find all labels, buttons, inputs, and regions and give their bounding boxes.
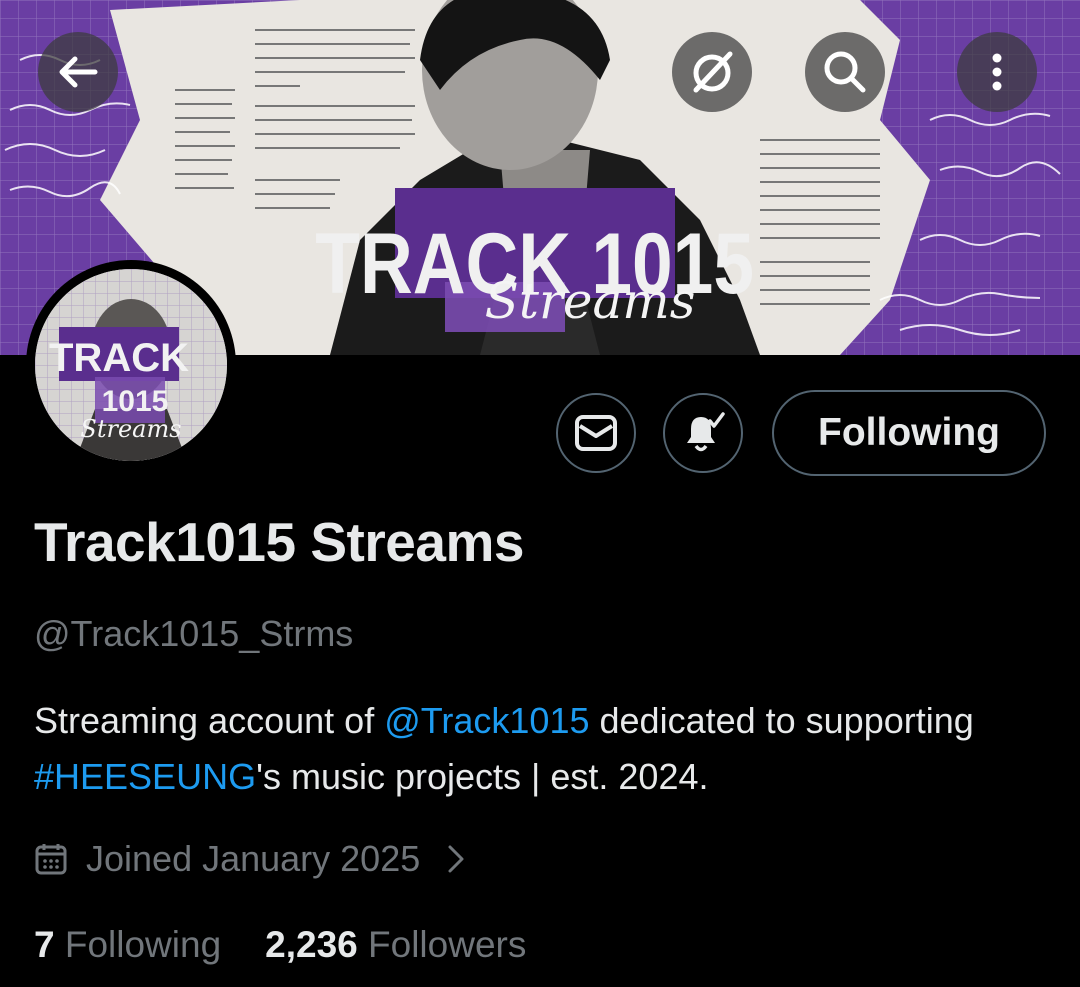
grok-icon — [693, 51, 733, 93]
bio-text: Streaming account of — [34, 700, 385, 741]
calendar-icon — [35, 844, 67, 875]
followers-stat[interactable]: 2,236 Followers — [265, 924, 526, 966]
user-handle: @Track1015_Strms — [34, 613, 354, 654]
bio-mention-link[interactable]: @Track1015 — [384, 700, 589, 741]
display-name: Track1015 Streams — [34, 511, 524, 573]
more-vertical-icon — [992, 53, 1002, 91]
joined-date: Joined January 2025 — [86, 838, 421, 879]
back-button[interactable] — [38, 32, 118, 112]
followers-count: 2,236 — [265, 924, 358, 965]
avatar-logo-title: TRACK — [49, 336, 189, 380]
bio-text: 's music projects | est. 2024. — [256, 756, 709, 797]
follow-stats: 7 Following 2,236 Followers — [34, 924, 526, 966]
grok-button[interactable] — [672, 32, 752, 112]
banner-logo-subtitle: Streams — [485, 272, 696, 330]
chevron-right-icon — [448, 845, 464, 873]
following-button[interactable]: Following — [772, 390, 1046, 476]
more-button[interactable] — [957, 32, 1037, 112]
notifications-button[interactable] — [663, 393, 743, 473]
following-stat[interactable]: 7 Following — [34, 924, 221, 966]
following-count: 7 — [34, 924, 55, 965]
message-button[interactable] — [556, 393, 636, 473]
search-button[interactable] — [805, 32, 885, 112]
avatar-logo-number: 1015 — [102, 385, 169, 418]
followers-label: Followers — [368, 924, 527, 965]
profile-bio: Streaming account of @Track1015 dedicate… — [34, 693, 1054, 805]
profile-avatar[interactable]: TRACK 1015 Streams — [26, 260, 236, 470]
bio-text: dedicated to supporting — [589, 700, 974, 741]
arrow-left-icon — [59, 56, 98, 88]
search-icon — [824, 51, 866, 93]
joined-date-row[interactable]: Joined January 2025 — [34, 838, 466, 880]
bell-check-icon — [687, 412, 725, 452]
mail-icon — [575, 415, 617, 451]
avatar-logo-subtitle: Streams — [80, 415, 181, 443]
avatar-image: TRACK 1015 Streams — [35, 269, 227, 461]
following-label: Following — [64, 924, 222, 965]
bio-hashtag-link[interactable]: #HEESEUNG — [34, 756, 256, 797]
